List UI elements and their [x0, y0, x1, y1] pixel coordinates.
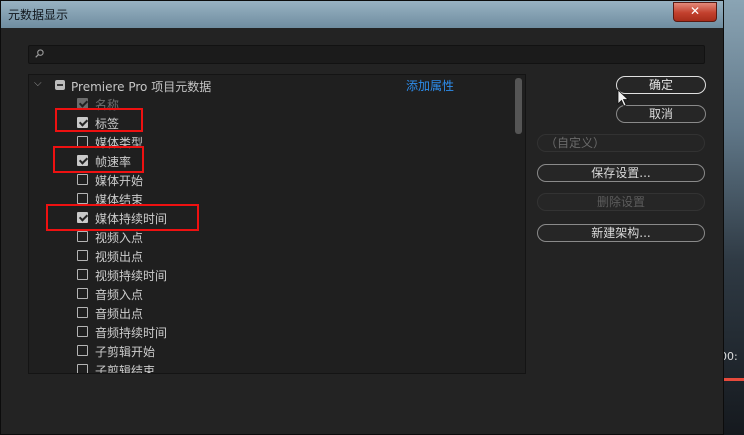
metadata-field-row[interactable]: 视频持续时间	[29, 265, 509, 284]
field-label: 视频出点	[95, 250, 144, 264]
field-checkbox[interactable]	[77, 345, 88, 356]
field-label: 视频入点	[95, 231, 144, 245]
ok-button[interactable]: 确定	[616, 76, 706, 94]
field-checkbox[interactable]	[77, 174, 88, 185]
metadata-display-dialog: 元数据显示 ✕ ⌵ Premiere Pro 项目元数据 添加属性 名称 标签 媒体…	[0, 0, 724, 435]
search-field[interactable]	[28, 45, 705, 64]
metadata-field-row[interactable]: 音频入点	[29, 284, 509, 303]
field-checkbox[interactable]	[77, 193, 88, 204]
metadata-field-row[interactable]: 音频持续时间	[29, 322, 509, 341]
metadata-field-row[interactable]: 子剪辑开始	[29, 341, 509, 360]
tree-scrollbar[interactable]	[515, 78, 522, 370]
title-bar[interactable]: 元数据显示 ✕	[1, 1, 723, 28]
section-partial-checkbox[interactable]	[55, 80, 65, 90]
field-checkbox[interactable]	[77, 269, 88, 280]
field-label: 音频入点	[95, 288, 144, 302]
dialog-title: 元数据显示	[8, 8, 69, 22]
field-label: 音频出点	[95, 307, 144, 321]
field-checkbox[interactable]	[77, 231, 88, 242]
save-settings-button[interactable]: 保存设置...	[537, 164, 705, 182]
mouse-cursor-icon	[617, 89, 629, 107]
field-label: 音频持续时间	[95, 326, 168, 340]
field-checkbox[interactable]	[77, 288, 88, 299]
metadata-field-row[interactable]: 音频出点	[29, 303, 509, 322]
field-label: 子剪辑开始	[95, 345, 156, 359]
metadata-field-row[interactable]: 视频出点	[29, 246, 509, 265]
section-header: ⌵ Premiere Pro 项目元数据 添加属性	[29, 75, 511, 95]
section-title: Premiere Pro 项目元数据	[71, 80, 212, 94]
cancel-button[interactable]: 取消	[616, 105, 706, 123]
search-icon	[35, 49, 44, 58]
chevron-down-icon[interactable]: ⌵	[34, 78, 42, 89]
add-property-link[interactable]: 添加属性	[406, 77, 454, 94]
close-button[interactable]: ✕	[673, 2, 717, 22]
metadata-field-row[interactable]: 子剪辑结束	[29, 360, 509, 374]
scrollbar-thumb[interactable]	[515, 78, 522, 134]
field-checkbox[interactable]	[77, 364, 88, 373]
field-label: 媒体开始	[95, 174, 144, 188]
field-checkbox[interactable]	[77, 250, 88, 261]
delete-settings-button: 删除设置	[537, 193, 705, 211]
field-checkbox[interactable]	[77, 307, 88, 318]
new-schema-button[interactable]: 新建架构...	[537, 224, 705, 242]
field-label: 视频持续时间	[95, 269, 168, 283]
preset-select[interactable]: （自定义）	[537, 134, 705, 152]
field-label: 子剪辑结束	[95, 364, 156, 374]
highlight-box-framerate	[53, 146, 144, 173]
field-checkbox[interactable]	[77, 326, 88, 337]
highlight-box-label	[55, 108, 143, 132]
highlight-box-duration	[46, 204, 199, 231]
search-input[interactable]	[49, 47, 693, 64]
